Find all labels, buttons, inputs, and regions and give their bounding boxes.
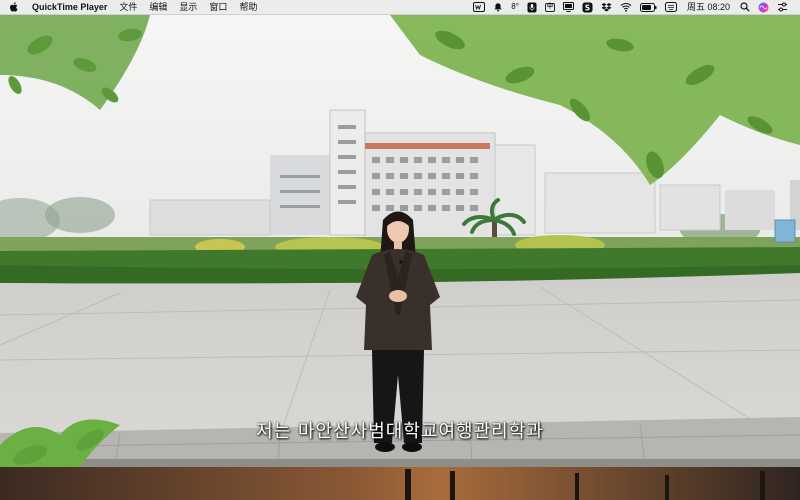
apple-logo-icon[interactable] <box>8 1 20 13</box>
menu-edit[interactable]: 编辑 <box>143 0 173 14</box>
siri-icon[interactable] <box>758 2 769 13</box>
input-method-label: 中 <box>544 2 555 12</box>
search-icon[interactable] <box>740 2 750 12</box>
video-player-frame[interactable]: 저는 마안산사범대학교여행관리학과 <box>0 15 800 500</box>
dropbox-icon[interactable] <box>601 2 612 12</box>
menu-help[interactable]: 帮助 <box>233 0 263 14</box>
input-method-icon[interactable]: 中 <box>544 2 555 12</box>
mic-icon[interactable] <box>527 2 537 13</box>
display-icon[interactable] <box>562 2 574 12</box>
wifi-icon[interactable] <box>620 2 632 12</box>
battery-icon[interactable] <box>639 2 657 12</box>
control-center-icon[interactable] <box>777 2 788 12</box>
bell-icon[interactable] <box>493 2 503 12</box>
bottom-frame-strip <box>0 467 800 500</box>
video-subtitle: 저는 마안산사범대학교여행관리학과 <box>256 421 544 442</box>
svg-text:S: S <box>585 3 590 12</box>
skype-icon[interactable]: S <box>582 2 593 13</box>
keyboard-icon[interactable] <box>664 2 677 12</box>
wechat-icon[interactable] <box>473 2 486 12</box>
app-menu[interactable]: QuickTime Player <box>26 0 113 14</box>
clock[interactable]: 周五 08:20 <box>687 0 730 14</box>
menu-file[interactable]: 文件 <box>113 0 143 14</box>
weather-temperature[interactable]: 8° <box>511 0 519 14</box>
menu-view[interactable]: 显示 <box>173 0 203 14</box>
signboard <box>774 219 796 243</box>
temperature-label: 8° <box>511 2 519 11</box>
menu-window[interactable]: 窗口 <box>203 0 233 14</box>
menu-bar: QuickTime Player 文件 编辑 显示 窗口 帮助 8° 中 S 周… <box>0 0 800 15</box>
